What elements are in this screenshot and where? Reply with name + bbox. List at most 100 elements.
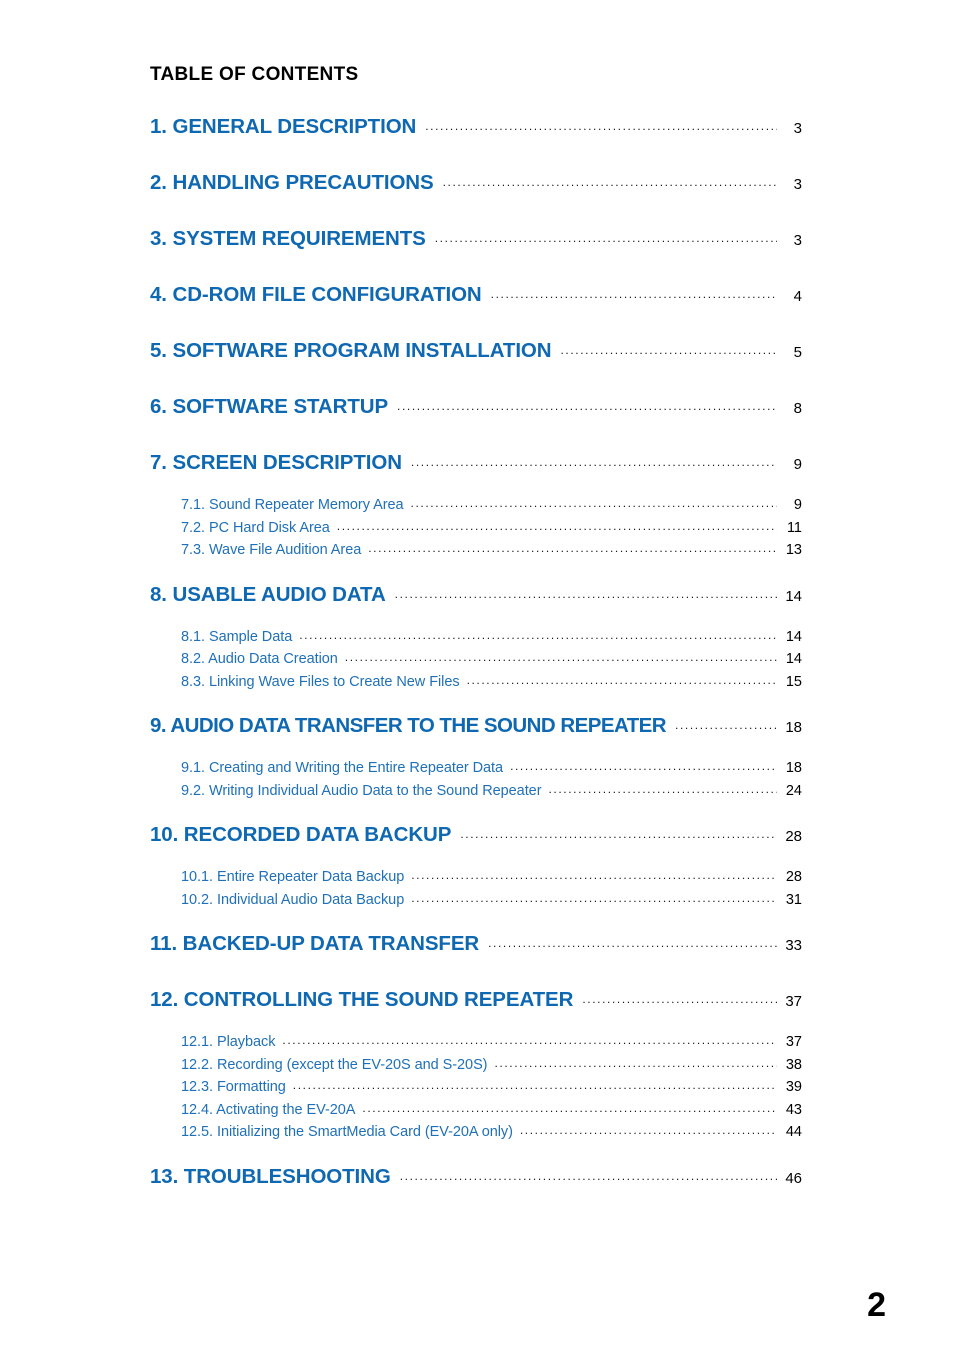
toc-entry-label: 1. GENERAL DESCRIPTION <box>150 115 417 138</box>
toc-entry-major[interactable]: 5. SOFTWARE PROGRAM INSTALLATION 5 <box>150 339 802 384</box>
toc-entry-page-number: 8 <box>793 400 802 417</box>
dot-leader <box>582 990 777 1008</box>
toc-entry-major[interactable]: 6. SOFTWARE STARTUP 8 <box>150 395 802 440</box>
toc-entry-page-number: 18 <box>785 719 802 736</box>
toc-entry-sub[interactable]: 12.1. Playback 37 <box>150 1033 802 1056</box>
toc-entry-sub[interactable]: 12.2. Recording (except the EV-20S and S… <box>150 1056 802 1079</box>
table-of-contents-list: 1. GENERAL DESCRIPTION 3 2. HANDLING PRECA… <box>150 115 802 1210</box>
dot-leader <box>467 671 777 689</box>
toc-entry-major[interactable]: 4. CD-ROM FILE CONFIGURATION 4 <box>150 283 802 328</box>
toc-entry-page-number: 5 <box>793 344 802 361</box>
toc-entry-major[interactable]: 1. GENERAL DESCRIPTION 3 <box>150 115 802 160</box>
dot-leader <box>494 1054 777 1072</box>
toc-entry-page-number: 3 <box>793 232 802 249</box>
toc-entry-label: 9.2. Writing Individual Audio Data to th… <box>181 782 542 799</box>
toc-entry-label: 10.2. Individual Audio Data Backup <box>181 891 405 908</box>
dot-leader <box>675 716 777 734</box>
toc-entry-major[interactable]: 2. HANDLING PRECAUTIONS 3 <box>150 171 802 216</box>
dot-leader <box>411 866 777 884</box>
row-spacer <box>150 977 802 988</box>
toc-entry-label: 7.2. PC Hard Disk Area <box>181 519 330 536</box>
dot-leader <box>293 1076 777 1094</box>
toc-entry-major[interactable]: 13. TROUBLESHOOTING 46 <box>150 1165 802 1210</box>
dot-leader <box>397 397 777 415</box>
toc-entry-page-number: 11 <box>786 519 802 536</box>
toc-entry-sub[interactable]: 12.5. Initializing the SmartMedia Card (… <box>150 1123 802 1146</box>
toc-entry-major[interactable]: 7. SCREEN DESCRIPTION 9 <box>150 451 802 496</box>
row-spacer <box>150 564 802 583</box>
dot-leader <box>460 825 777 843</box>
toc-entry-label: 4. CD-ROM FILE CONFIGURATION <box>150 283 482 306</box>
toc-entry-label: 12.4. Activating the EV-20A <box>181 1101 356 1118</box>
toc-entry-sub[interactable]: 8.2. Audio Data Creation 14 <box>150 650 802 673</box>
toc-entry-label: 8.1. Sample Data <box>181 628 293 645</box>
page-number: 2 <box>867 1286 886 1324</box>
toc-entry-page-number: 13 <box>785 542 802 558</box>
row-spacer <box>150 216 802 227</box>
toc-entry-label: 5. SOFTWARE PROGRAM INSTALLATION <box>150 339 552 362</box>
toc-entry-label: 9. AUDIO DATA TRANSFER TO THE SOUND REPE… <box>150 714 667 737</box>
toc-entry-label: 10.1. Entire Repeater Data Backup <box>181 869 405 885</box>
toc-entry-major[interactable]: 9. AUDIO DATA TRANSFER TO THE SOUND REPE… <box>150 714 802 759</box>
row-spacer <box>150 440 802 451</box>
toc-entry-major[interactable]: 8. USABLE AUDIO DATA 14 <box>150 583 802 628</box>
dot-leader <box>400 1167 777 1185</box>
dot-leader <box>435 229 777 247</box>
toc-entry-sub[interactable]: 10.2. Individual Audio Data Backup 31 <box>150 891 802 914</box>
row-spacer <box>150 1146 802 1165</box>
toc-entry-sub[interactable]: 7.2. PC Hard Disk Area 11 <box>150 519 802 542</box>
toc-entry-label: 13. TROUBLESHOOTING <box>150 1164 391 1188</box>
toc-entry-label: 7.1. Sound Repeater Memory Area <box>181 497 404 513</box>
toc-entry-sub[interactable]: 7.3. Wave File Audition Area 13 <box>150 541 802 564</box>
toc-entry-page-number: 14 <box>785 628 802 645</box>
toc-entry-label: 9.1. Creating and Writing the Entire Rep… <box>181 760 504 776</box>
toc-entry-label: 8. USABLE AUDIO DATA <box>150 582 386 606</box>
dot-leader <box>491 285 777 303</box>
toc-entry-page-number: 43 <box>785 1101 802 1118</box>
row-spacer <box>150 913 802 932</box>
toc-entry-sub[interactable]: 10.1. Entire Repeater Data Backup 28 <box>150 868 802 891</box>
toc-entry-page-number: 46 <box>785 1169 802 1187</box>
dot-leader <box>425 117 777 135</box>
dot-leader <box>282 1031 777 1049</box>
dot-leader <box>395 585 777 603</box>
toc-entry-sub[interactable]: 12.4. Activating the EV-20A 43 <box>150 1101 802 1124</box>
page-title: TABLE OF CONTENTS <box>150 64 359 85</box>
toc-entry-sub[interactable]: 12.3. Formatting 39 <box>150 1078 802 1101</box>
toc-entry-page-number: 39 <box>785 1079 802 1095</box>
dot-leader <box>488 934 777 952</box>
toc-entry-label: 8.3. Linking Wave Files to Create New Fi… <box>181 673 460 690</box>
toc-entry-label: 12.3. Formatting <box>181 1079 286 1095</box>
toc-entry-major[interactable]: 10. RECORDED DATA BACKUP 28 <box>150 823 802 868</box>
toc-entry-page-number: 28 <box>785 869 802 885</box>
dot-leader <box>520 1121 777 1139</box>
toc-entry-label: 2. HANDLING PRECAUTIONS <box>150 171 434 194</box>
row-spacer <box>150 272 802 283</box>
row-spacer <box>150 328 802 339</box>
toc-entry-page-number: 3 <box>793 120 802 137</box>
dot-leader <box>368 539 777 557</box>
toc-entry-major[interactable]: 11. BACKED-UP DATA TRANSFER 33 <box>150 932 802 977</box>
toc-entry-major[interactable]: 12. CONTROLLING THE SOUND REPEATER 37 <box>150 988 802 1033</box>
row-spacer <box>150 160 802 171</box>
toc-entry-page-number: 37 <box>785 993 802 1010</box>
toc-entry-sub[interactable]: 8.1. Sample Data 14 <box>150 628 802 651</box>
toc-entry-sub[interactable]: 7.1. Sound Repeater Memory Area 9 <box>150 496 802 519</box>
toc-entry-major[interactable]: 3. SYSTEM REQUIREMENTS 3 <box>150 227 802 272</box>
toc-entry-label: 7. SCREEN DESCRIPTION <box>150 451 402 474</box>
toc-entry-page-number: 24 <box>785 782 802 799</box>
dot-leader <box>362 1099 777 1117</box>
toc-entry-page-number: 31 <box>785 891 802 908</box>
row-spacer <box>150 804 802 823</box>
dot-leader <box>560 341 777 359</box>
toc-entry-label: 10. RECORDED DATA BACKUP <box>150 823 452 846</box>
toc-entry-page-number: 14 <box>785 651 802 667</box>
toc-entry-page-number: 37 <box>785 1034 802 1050</box>
toc-entry-page-number: 38 <box>785 1056 802 1073</box>
toc-entry-sub[interactable]: 9.2. Writing Individual Audio Data to th… <box>150 782 802 805</box>
toc-entry-sub[interactable]: 8.3. Linking Wave Files to Create New Fi… <box>150 673 802 696</box>
toc-entry-sub[interactable]: 9.1. Creating and Writing the Entire Rep… <box>150 759 802 782</box>
dot-leader <box>345 648 777 666</box>
toc-entry-label: 3. SYSTEM REQUIREMENTS <box>150 227 426 250</box>
toc-entry-label: 7.3. Wave File Audition Area <box>181 542 362 558</box>
